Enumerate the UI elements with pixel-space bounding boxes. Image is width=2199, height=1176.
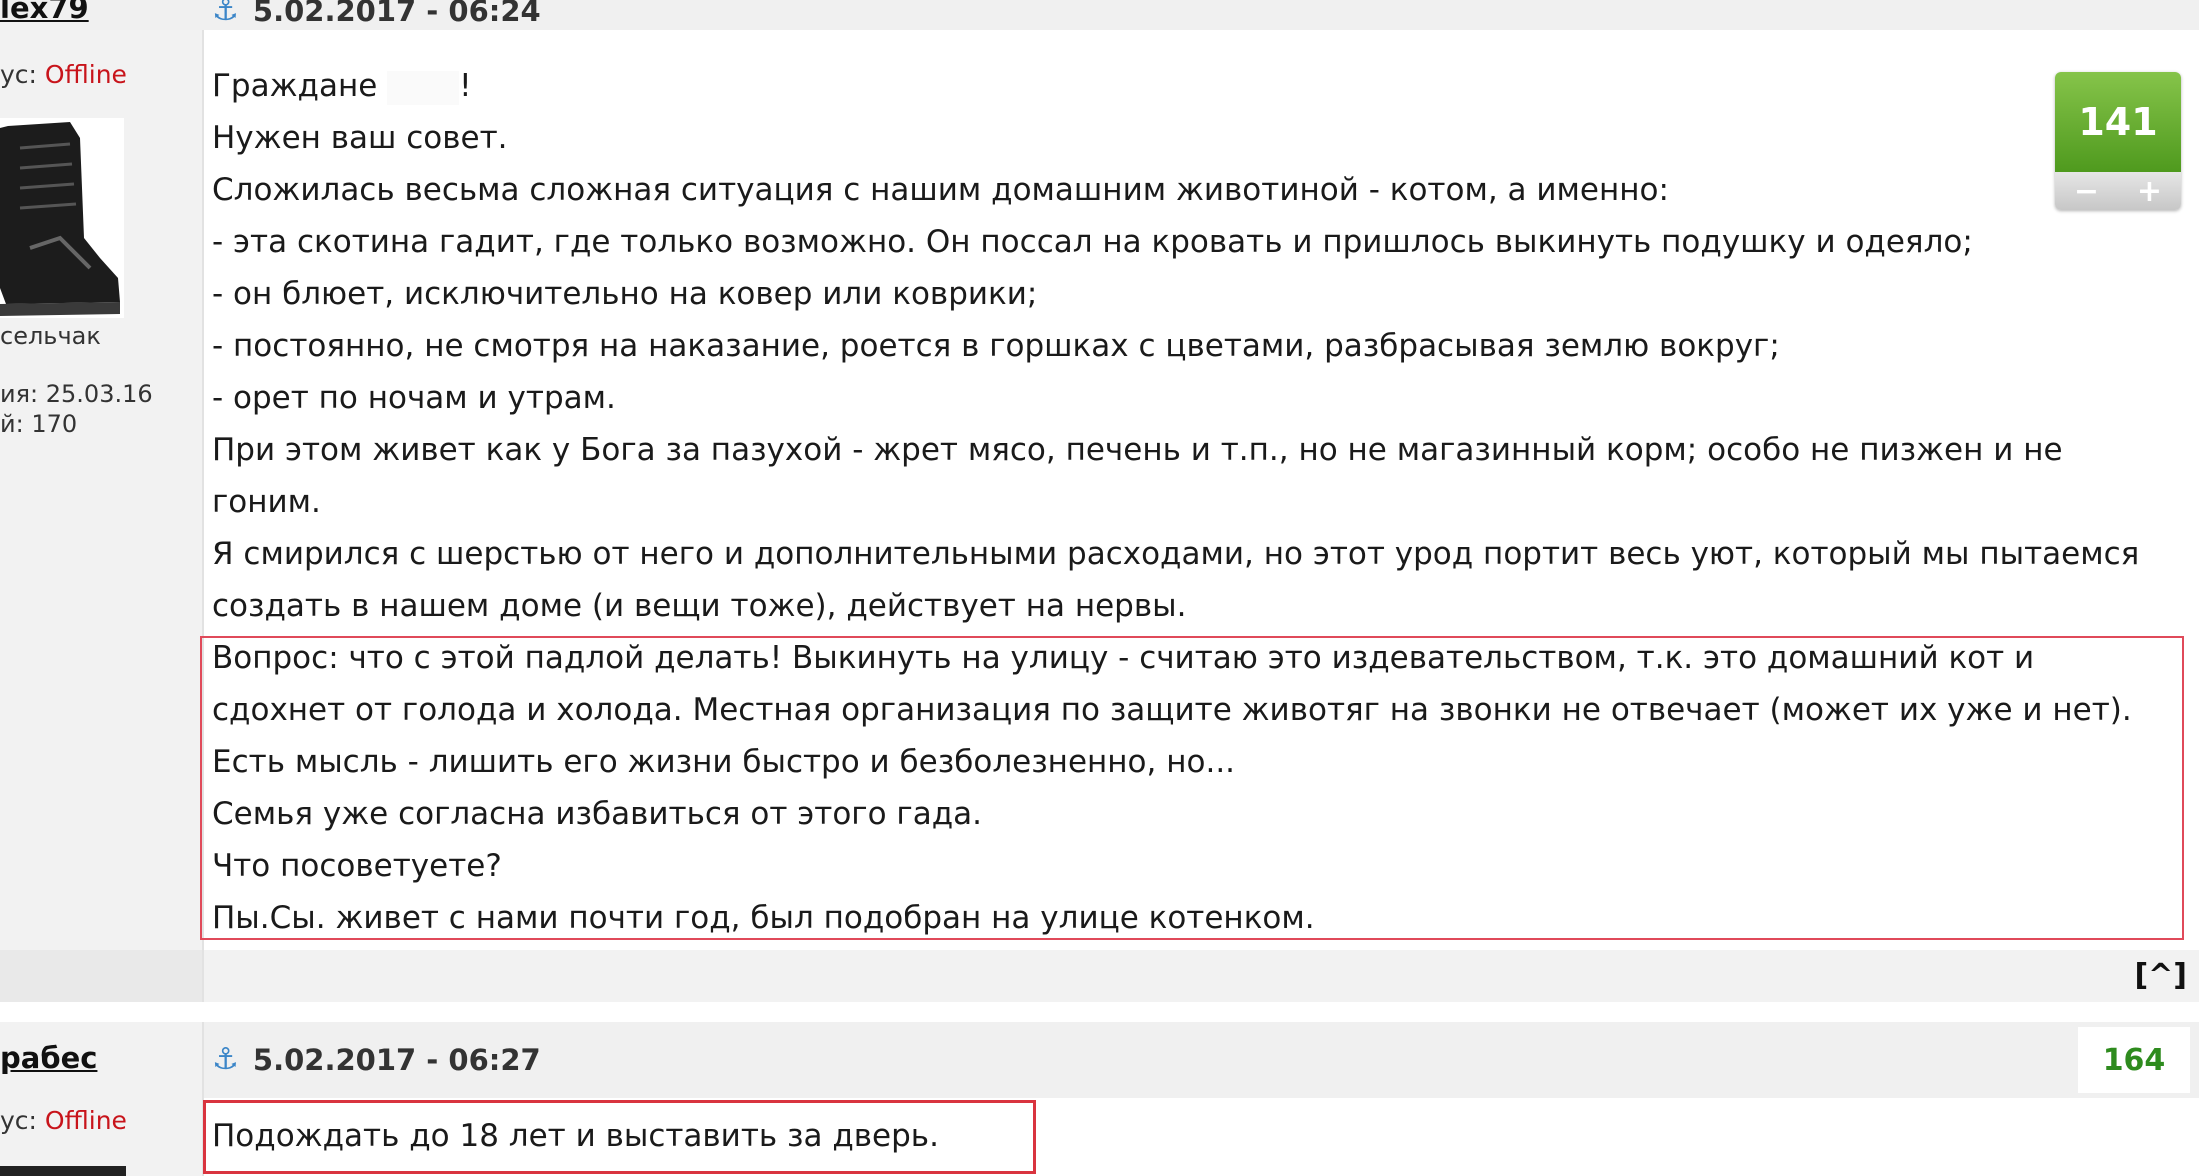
post-line: - эта скотина гадит, где только возможно… xyxy=(212,224,1973,260)
status-label: ус: xyxy=(0,60,37,89)
status-label: ус: xyxy=(0,1106,37,1135)
author-status: ус: Offline xyxy=(0,60,127,89)
vote-plus-button[interactable]: + xyxy=(2137,174,2162,209)
status-offline: Offline xyxy=(44,1106,127,1135)
anchor-icon[interactable]: ⚓ xyxy=(212,0,239,28)
post-author-link[interactable]: рабес xyxy=(0,1044,97,1073)
question-highlight-box xyxy=(200,636,2184,940)
post-line: - постоянно, не смотря на наказание, рое… xyxy=(212,328,1780,364)
author-rank: сельчак xyxy=(0,322,101,350)
post-author-link[interactable]: lex79 xyxy=(0,0,89,23)
post-footer-left xyxy=(0,950,204,1002)
post-line: Нужен ваш совет. xyxy=(212,120,508,156)
post-line: - он блюет, исключительно на ковер или к… xyxy=(212,276,1038,312)
rating-widget: 141 − + xyxy=(2055,72,2181,210)
author-registered: ия: 25.03.16 xyxy=(0,380,153,408)
greeting-exclaim: ! xyxy=(459,68,472,104)
answer-highlight-box xyxy=(203,1100,1036,1174)
author-avatar[interactable] xyxy=(0,118,124,318)
author-avatar[interactable] xyxy=(0,1166,126,1176)
post-timestamp: 5.02.2017 - 06:27 xyxy=(252,1042,541,1077)
post-line: Сложилась весьма сложная ситуация с наши… xyxy=(212,172,1669,208)
rating-count: 164 xyxy=(2078,1027,2190,1093)
author-status: ус: Offline xyxy=(0,1106,127,1135)
status-offline: Offline xyxy=(44,60,127,89)
post-line: создать в нашем доме (и вещи тоже), дейс… xyxy=(212,588,1187,624)
anchor-icon[interactable]: ⚓ xyxy=(212,1042,239,1077)
boot-avatar-icon xyxy=(0,118,124,318)
rating-controls: − + xyxy=(2055,172,2181,210)
post-line: Я смирился с шерстью от него и дополните… xyxy=(212,536,2140,572)
post-line: Граждане ! xyxy=(212,60,2182,112)
greeting-text: Граждане xyxy=(212,68,388,104)
forum-thread: lex79 ⚓ 5.02.2017 - 06:24 ус: Offline се… xyxy=(0,0,2199,1176)
post-line: - орет по ночам и утрам. xyxy=(212,380,616,416)
rating-count: 141 xyxy=(2055,72,2181,172)
post-line: При этом живет как у Бога за пазухой - ж… xyxy=(212,432,2063,468)
post-timestamp: 5.02.2017 - 06:24 xyxy=(252,0,541,28)
redacted-word xyxy=(387,70,460,105)
post-footer-bar xyxy=(0,950,2199,1002)
back-to-top-link[interactable]: [^] xyxy=(2134,958,2187,993)
post-line: гоним. xyxy=(212,484,321,520)
post-meta: ⚓ 5.02.2017 - 06:24 xyxy=(212,0,541,28)
post-meta: ⚓ 5.02.2017 - 06:27 xyxy=(212,1042,541,1077)
author-post-count: й: 170 xyxy=(0,410,78,438)
vote-minus-button[interactable]: − xyxy=(2074,174,2099,209)
